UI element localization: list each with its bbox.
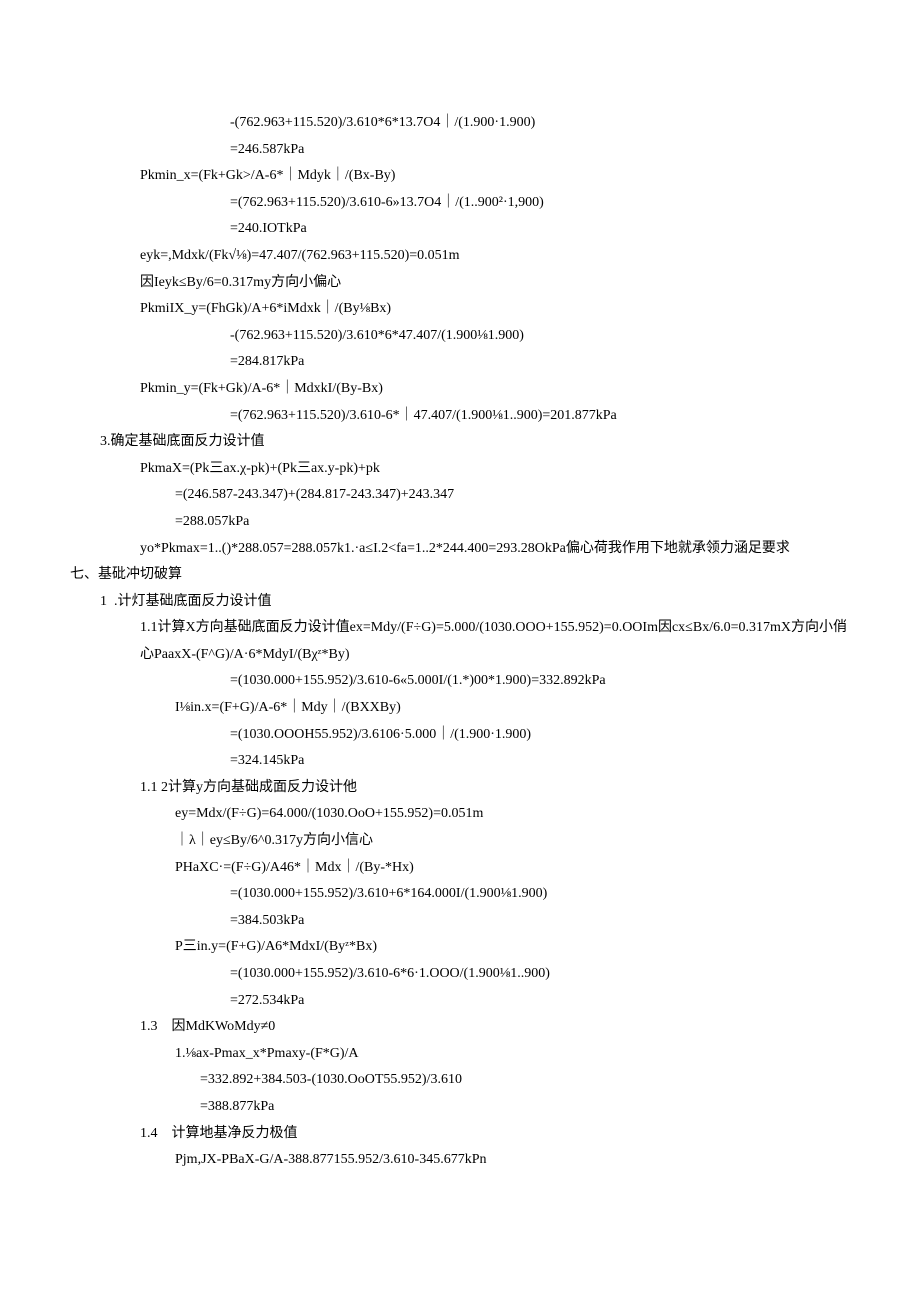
text-line: =240.IOTkPa [230, 216, 850, 243]
text-line: =(1030.000+155.952)/3.610-6«5.000I/(1.*)… [230, 668, 850, 695]
text-line: =(1030.000+155.952)/3.610-6*6·1.OOO/(1.9… [230, 961, 850, 988]
text-line: I⅛in.x=(F+G)/A-6*｜Mdy｜/(BXXBy) [175, 695, 850, 722]
text-line: =246.587kPa [230, 137, 850, 164]
text-line: 1.3 因MdKWoMdy≠0 [140, 1014, 850, 1041]
text-line: 七、基砒冲切破算 [70, 562, 850, 589]
document-body: -(762.963+115.520)/3.610*6*13.7O4｜/(1.90… [70, 110, 850, 1174]
text-line: 1.4 计算地基净反力极值 [140, 1121, 850, 1148]
text-line: Pkmin_x=(Fk+Gk>/A-6*｜Mdyk｜/(Bx-By) [140, 163, 850, 190]
text-line: =272.534kPa [230, 988, 850, 1015]
text-line: 1.⅛ax-Pmax_x*Pmaxy-(F*G)/A [175, 1041, 850, 1068]
text-line: =(762.963+115.520)/3.610-6*｜47.407/(1.90… [230, 403, 850, 430]
text-line: Pkmin_y=(Fk+Gk)/A-6*｜MdxkI/(By-Bx) [140, 376, 850, 403]
text-line: -(762.963+115.520)/3.610*6*47.407/(1.900… [230, 323, 850, 350]
text-line: =284.817kPa [230, 349, 850, 376]
text-line: =(762.963+115.520)/3.610-6»13.7O4｜/(1..9… [230, 190, 850, 217]
text-line: =(1030.000+155.952)/3.610+6*164.000I/(1.… [230, 881, 850, 908]
text-line: =288.057kPa [175, 509, 850, 536]
text-line: 因Ieyk≤By/6=0.317my方向小偏心 [140, 270, 850, 297]
text-line: PkmiIX_y=(FhGk)/A+6*iMdxk｜/(By⅛Bx) [140, 296, 850, 323]
text-line: =384.503kPa [230, 908, 850, 935]
text-line: 3.确定基础底面反力设计值 [100, 429, 850, 456]
text-line: PHaXC·=(F÷G)/A46*｜Mdx｜/(By-*Hx) [175, 855, 850, 882]
text-line: Pjm,JX-PBaX-G/A-388.877155.952/3.610-345… [175, 1147, 850, 1174]
text-line: =(246.587-243.347)+(284.817-243.347)+243… [175, 482, 850, 509]
document-page: -(762.963+115.520)/3.610*6*13.7O4｜/(1.90… [0, 0, 920, 1234]
text-line: yo*Pkmax=1..()*288.057=288.057k1.·a≤I.2<… [140, 536, 850, 563]
text-line: P三in.y=(F+G)/A6*MdxI/(Byᶻ*Bx) [175, 934, 850, 961]
text-line: =324.145kPa [230, 748, 850, 775]
text-line: PkmaX=(Pk三ax.χ-pk)+(Pk三ax.y-pk)+pk [140, 456, 850, 483]
text-line: ｜λ｜ey≤By/6^0.317y方向小信心 [175, 828, 850, 855]
text-line: =332.892+384.503-(1030.OoOT55.952)/3.610 [200, 1067, 850, 1094]
text-line: =388.877kPa [200, 1094, 850, 1121]
text-line: 1.1计算X方向基础底面反力设计值ex=Mdy/(F÷G)=5.000/(103… [140, 615, 850, 668]
text-line: eyk=,Mdxk/(Fk√⅛)=47.407/(762.963+115.520… [140, 243, 850, 270]
text-line: -(762.963+115.520)/3.610*6*13.7O4｜/(1.90… [230, 110, 850, 137]
text-line: 1 .计灯基础底面反力设计值 [100, 589, 850, 616]
text-line: =(1030.OOOH55.952)/3.6106·5.000｜/(1.900·… [230, 722, 850, 749]
text-line: 1.1 2计算y方向基础成面反力设计他 [140, 775, 850, 802]
text-line: ey=Mdx/(F÷G)=64.000/(1030.OoO+155.952)=0… [175, 801, 850, 828]
